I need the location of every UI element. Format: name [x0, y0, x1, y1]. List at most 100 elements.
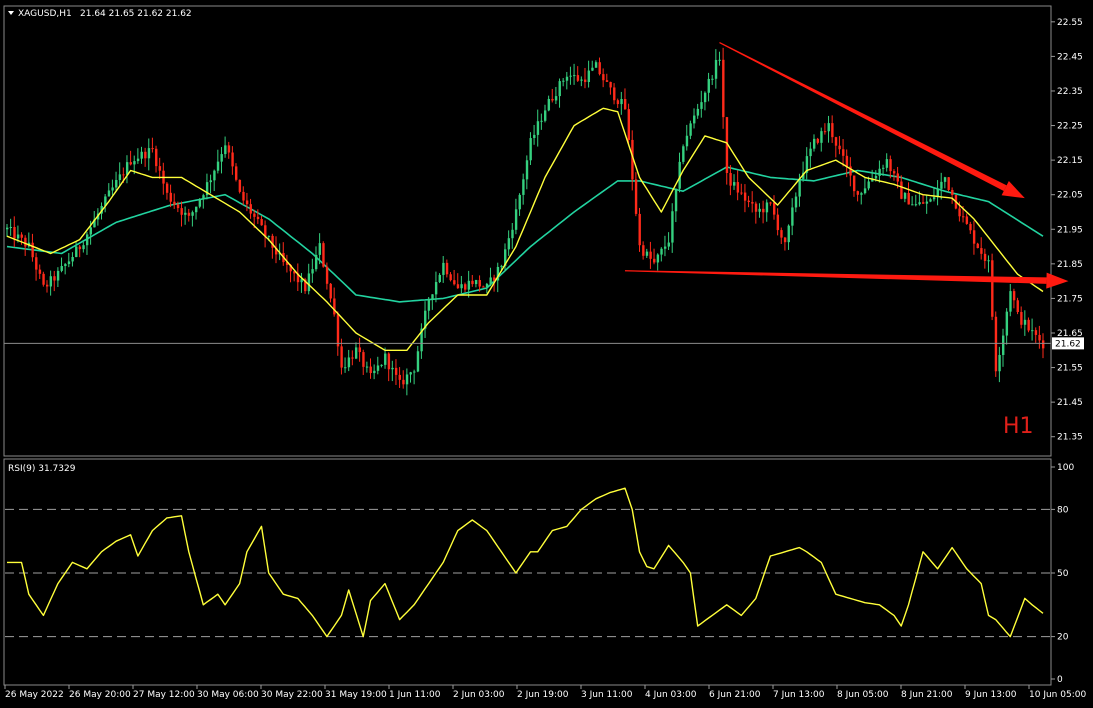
candle-body — [369, 366, 372, 374]
candle-body — [980, 248, 983, 254]
candle-body — [158, 166, 162, 171]
x-tick-label: 6 Jun 21:00 — [709, 690, 761, 700]
candle-body — [144, 151, 147, 159]
candle-body — [6, 227, 9, 230]
last-price-tag: 21.62 — [1055, 339, 1081, 349]
candle-body — [573, 75, 576, 77]
candle-body — [431, 294, 434, 300]
candle-body — [540, 120, 543, 122]
candle-body — [216, 161, 220, 171]
candle-body — [773, 202, 776, 215]
candle-body — [972, 230, 976, 244]
candle-body — [60, 266, 63, 271]
candle-body — [882, 167, 885, 169]
candle-body — [191, 212, 194, 216]
candle-body — [892, 171, 896, 174]
candle-body — [238, 179, 242, 192]
candle-body — [823, 131, 827, 133]
candle-body — [1027, 319, 1030, 331]
candle-body — [249, 204, 252, 214]
candle-body — [722, 59, 725, 118]
candle-body — [533, 134, 536, 139]
candle-body — [852, 175, 856, 192]
candle-body — [820, 131, 823, 143]
candle-body — [671, 211, 674, 243]
candle-body — [554, 96, 558, 101]
candle-body — [962, 216, 965, 218]
candle-body — [380, 364, 383, 366]
candle-body — [816, 138, 820, 143]
candle-body — [478, 280, 481, 287]
candle-body — [231, 152, 234, 167]
candle-body — [434, 282, 438, 295]
candle-body — [642, 245, 645, 256]
candle-body — [911, 204, 914, 206]
candle-body — [489, 277, 492, 284]
candle-body — [674, 188, 678, 212]
candle-body — [645, 251, 649, 256]
rsi-tick-label: 0 — [1057, 675, 1063, 685]
x-tick-label: 30 May 22:00 — [261, 690, 323, 700]
candle-body — [373, 370, 376, 374]
candle-body — [115, 180, 118, 188]
candle-body — [329, 283, 332, 299]
ohlc-label: 21.64 21.65 21.62 21.62 — [80, 9, 192, 19]
chart-canvas: 22.55 22.45 22.35 22.25 22.15 22.05 21.95 21.85… — [0, 0, 1093, 708]
candle-body — [983, 253, 987, 261]
candle-body — [969, 223, 972, 231]
rsi-tick-label: 80 — [1057, 505, 1069, 515]
x-tick-label: 7 Jun 13:00 — [773, 690, 825, 700]
candle-body — [874, 175, 878, 179]
candle-body — [627, 109, 630, 140]
candle-body — [783, 237, 787, 243]
x-tick-label: 26 May 20:00 — [69, 690, 131, 700]
candle-body — [235, 166, 238, 180]
candle-body — [831, 123, 834, 138]
candle-body — [613, 87, 616, 101]
candle-body — [780, 230, 783, 238]
candle-body — [918, 202, 921, 205]
candle-body — [587, 70, 591, 83]
candle-body — [242, 191, 245, 201]
y-tick-label: 22.25 — [1057, 122, 1083, 132]
candle-body — [1042, 340, 1045, 349]
candle-body — [518, 194, 521, 210]
candle-body — [325, 266, 329, 284]
candle-body — [896, 173, 899, 182]
candle-body — [951, 189, 954, 195]
candle-body — [743, 192, 747, 201]
candle-body — [227, 145, 231, 153]
candle-body — [53, 276, 56, 281]
candle-body — [809, 148, 812, 157]
candle-body — [685, 135, 689, 147]
candle-body — [1012, 291, 1016, 301]
candle-body — [122, 174, 125, 176]
candle-body — [195, 206, 198, 213]
candle-body — [718, 59, 721, 61]
candle-body — [173, 201, 176, 205]
y-tick-label: 21.85 — [1057, 260, 1083, 270]
candle-body — [358, 347, 362, 353]
candle-body — [998, 354, 1001, 372]
candle-body — [987, 260, 990, 262]
x-tick-label: 1 Jun 11:00 — [389, 690, 441, 700]
candle-body — [347, 357, 351, 368]
candle-body — [311, 269, 314, 274]
candle-body — [1023, 319, 1027, 325]
candle-body — [300, 279, 303, 283]
candle-body — [427, 299, 431, 311]
candle-body — [834, 137, 838, 146]
candle-body — [256, 216, 260, 220]
candle-body — [1038, 334, 1041, 341]
candle-body — [714, 59, 718, 79]
candle-body — [976, 243, 979, 249]
candle-body — [740, 192, 743, 194]
candle-body — [198, 199, 202, 207]
candle-body — [1016, 300, 1019, 313]
candle-body — [1034, 330, 1038, 335]
candle-body — [184, 212, 187, 215]
candle-body — [529, 138, 532, 161]
candle-body — [500, 265, 503, 267]
candle-body — [209, 180, 212, 183]
candle-body — [314, 254, 318, 270]
